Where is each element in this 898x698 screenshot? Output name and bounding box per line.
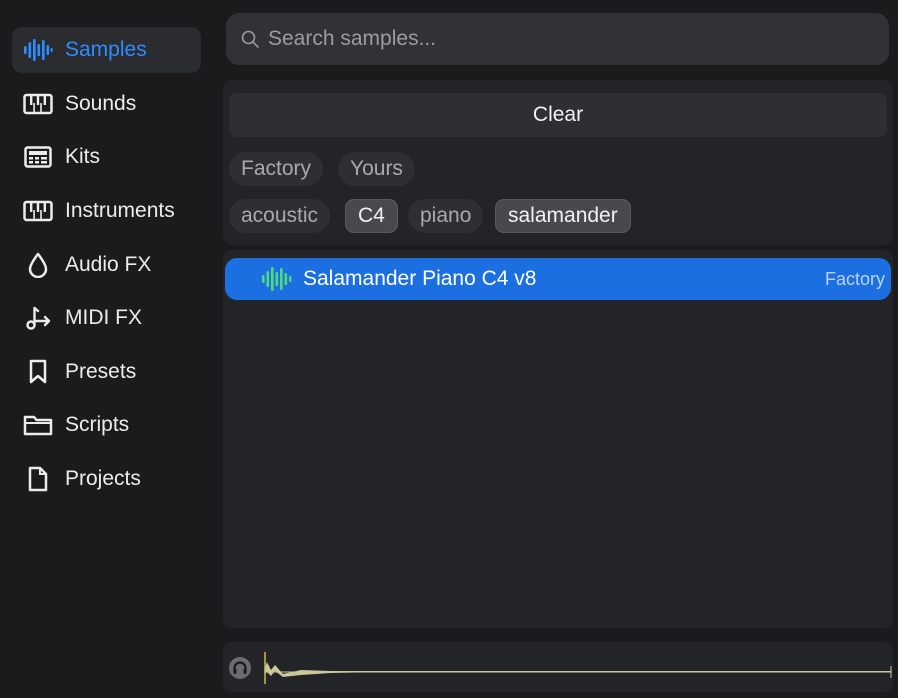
sidebar-item-kits[interactable]: Kits [12, 134, 201, 180]
sidebar-item-label: Samples [65, 38, 147, 61]
sidebar-item-sounds[interactable]: Sounds [12, 81, 201, 127]
search-bar[interactable] [226, 13, 889, 65]
piano-keys-icon [23, 90, 53, 118]
preview-bar [223, 642, 893, 692]
sidebar-item-label: Sounds [65, 92, 137, 115]
folder-icon [23, 411, 53, 439]
sidebar-item-audio-fx[interactable]: Audio FX [12, 242, 201, 288]
sidebar-item-label: Audio FX [65, 253, 152, 276]
filter-chip-factory[interactable]: Factory [229, 152, 324, 186]
sidebar-item-label: Scripts [65, 413, 130, 436]
sidebar-item-label: Kits [65, 145, 101, 168]
tag-chip-salamander[interactable]: salamander [495, 199, 631, 233]
sidebar-item-label: Presets [65, 360, 137, 383]
sidebar-item-instruments[interactable]: Instruments [12, 188, 201, 234]
result-name: Salamander Piano C4 v8 [303, 267, 537, 290]
search-input[interactable] [268, 27, 868, 51]
sidebar-item-label: MIDI FX [65, 306, 142, 329]
tag-chip-c4[interactable]: C4 [345, 199, 398, 233]
sidebar-item-label: Projects [65, 467, 141, 490]
filter-panel: Clear Factory Yours acoustic C4 piano sa… [223, 80, 893, 245]
sidebar-item-midi-fx[interactable]: MIDI FX [12, 295, 201, 341]
results-list: Salamander Piano C4 v8 Factory [223, 250, 893, 628]
waveform-icon [23, 36, 53, 64]
sidebar-item-label: Instruments [65, 199, 175, 222]
clear-button[interactable]: Clear [229, 93, 887, 137]
list-item[interactable]: Salamander Piano C4 v8 Factory [225, 258, 891, 300]
piano-keys-icon [23, 197, 53, 225]
drum-machine-icon [23, 143, 53, 171]
headphones-icon[interactable] [228, 656, 252, 680]
note-arrow-icon [23, 304, 53, 332]
document-icon [23, 465, 53, 493]
sidebar-item-presets[interactable]: Presets [12, 349, 201, 395]
result-source: Factory [824, 268, 885, 289]
waveform-icon [261, 265, 293, 293]
search-icon [240, 29, 260, 49]
sidebar-item-scripts[interactable]: Scripts [12, 402, 201, 448]
sidebar-item-projects[interactable]: Projects [12, 456, 201, 502]
sidebar-item-samples[interactable]: Samples [12, 27, 201, 73]
sidebar: Samples Sounds Kits Instruments Audio FX… [0, 0, 212, 698]
filter-chip-yours[interactable]: Yours [338, 152, 415, 186]
preview-waveform[interactable] [261, 650, 893, 686]
tag-chip-acoustic[interactable]: acoustic [229, 199, 331, 233]
bookmark-icon [23, 358, 53, 386]
tag-chip-piano[interactable]: piano [408, 199, 484, 233]
droplet-icon [23, 251, 53, 279]
